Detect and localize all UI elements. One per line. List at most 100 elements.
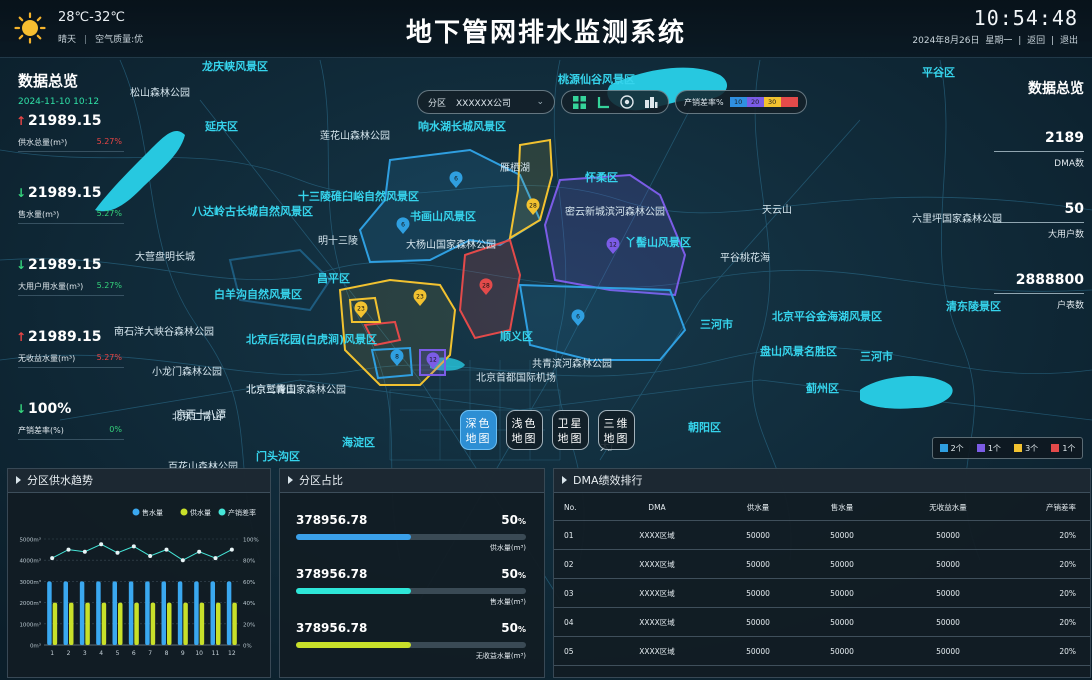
supply-trend-panel: 分区供水趋势 售水量 供水量 产销差率 0m³ 0% 1000m³ 20% 2000m³ 40%…: [7, 468, 271, 678]
map-place-label: 延庆区: [204, 119, 238, 133]
map-place-label: 三河市: [700, 317, 733, 331]
bar[interactable]: [216, 602, 221, 645]
bar[interactable]: [134, 602, 139, 645]
table-cell: 04: [564, 617, 574, 627]
legend-label: 产销差率: [228, 508, 256, 517]
map-style-button[interactable]: 浅色 地图: [506, 410, 543, 450]
bar[interactable]: [150, 602, 156, 645]
button-label-bottom: 地图: [557, 432, 584, 445]
panel-title: DMA绩效排行: [573, 474, 643, 487]
line-point[interactable]: [131, 544, 136, 549]
percent-unit: %: [517, 571, 526, 580]
divider: [18, 151, 124, 152]
divider: [994, 222, 1084, 223]
bar[interactable]: [210, 581, 216, 645]
district-select[interactable]: 分区 XXXXXX公司 ⌄: [417, 90, 555, 114]
bar[interactable]: [69, 602, 74, 645]
legend-label: 1个: [987, 443, 1001, 453]
table-cell: 50000: [830, 530, 854, 540]
column-header[interactable]: 供水量: [716, 502, 800, 513]
x-tick-label: 11: [212, 650, 220, 657]
bar[interactable]: [47, 581, 52, 645]
caret-right-icon: [16, 476, 21, 484]
bar[interactable]: [101, 602, 107, 645]
layer-icon[interactable]: [620, 95, 634, 109]
map-style-button[interactable]: 卫星 地图: [552, 410, 589, 450]
table-cell: XXXX区域: [639, 559, 675, 569]
table-cell: 20%: [1059, 588, 1076, 598]
bar[interactable]: [199, 602, 205, 645]
table-row[interactable]: 04 XXXX区域 50000 50000 50000 20%: [554, 608, 1090, 637]
bar[interactable]: [232, 602, 237, 645]
back-button[interactable]: 返回: [1027, 36, 1045, 46]
line-point[interactable]: [213, 556, 218, 561]
divider: [18, 367, 124, 368]
building-icon[interactable]: [644, 95, 658, 109]
bar[interactable]: [194, 581, 199, 645]
line-point[interactable]: [229, 547, 234, 552]
district-select-label: 分区: [428, 98, 447, 109]
y-tick-label: 4000m³: [19, 558, 41, 565]
bar[interactable]: [118, 602, 123, 645]
bar[interactable]: [96, 581, 101, 645]
bar[interactable]: [63, 581, 69, 645]
bar[interactable]: [52, 602, 58, 645]
x-tick-label: 4: [99, 650, 103, 657]
bar[interactable]: [226, 581, 232, 645]
stat-value: ↓ 21989.15: [16, 257, 102, 273]
line-point[interactable]: [66, 547, 71, 552]
x-tick-label: 9: [181, 650, 185, 657]
bar[interactable]: [183, 602, 188, 645]
bar[interactable]: [85, 602, 90, 645]
bar[interactable]: [128, 581, 134, 645]
bar[interactable]: [177, 581, 183, 645]
table-cell: 20%: [1059, 617, 1076, 627]
stat-label: 售水量(m³): [18, 210, 60, 219]
x-tick-label: 7: [148, 650, 152, 657]
column-header[interactable]: DMA: [598, 503, 716, 512]
bar[interactable]: [145, 581, 150, 645]
exit-button[interactable]: 退出: [1060, 36, 1078, 46]
y-tick-label: 2000m³: [19, 600, 41, 607]
bar[interactable]: [167, 602, 172, 645]
column-header[interactable]: No.: [554, 503, 598, 512]
table-cell: 05: [564, 646, 574, 656]
legend-item: 3个: [1014, 443, 1038, 454]
legend-swatch: [939, 443, 948, 452]
progress-fill: [296, 642, 411, 648]
map-style-button[interactable]: 深色 地图: [460, 410, 497, 450]
line-point[interactable]: [115, 550, 120, 555]
stat-label: 户表数: [1056, 301, 1084, 311]
map-place-label: 白羊沟自然风景区: [214, 287, 302, 301]
grid-icon[interactable]: [572, 95, 586, 109]
table-row[interactable]: 05 XXXX区域 50000 50000 50000 20%: [554, 637, 1090, 666]
line-point[interactable]: [180, 558, 185, 563]
line-point[interactable]: [148, 553, 153, 558]
line-point[interactable]: [99, 542, 104, 547]
legend-marker: [180, 508, 188, 516]
ratio-scale-swatch: 10: [729, 97, 747, 107]
column-header[interactable]: 无收益水量: [884, 502, 1012, 513]
map-place-label: 京西十八潭: [176, 408, 226, 421]
stat-value: 2189: [1045, 130, 1084, 146]
panel-title: 分区占比: [299, 474, 343, 487]
y-tick-label: 5000m³: [19, 537, 41, 544]
line-point[interactable]: [50, 556, 55, 561]
stat-value: ↓ 100%: [16, 401, 71, 417]
table-row[interactable]: 02 XXXX区域 50000 50000 50000 20%: [554, 550, 1090, 579]
line-point[interactable]: [164, 547, 169, 552]
bar[interactable]: [79, 581, 85, 645]
y2-tick-label: 60%: [243, 580, 255, 586]
line-point[interactable]: [82, 549, 87, 554]
divider: [18, 223, 124, 224]
bar[interactable]: [112, 581, 118, 645]
column-header[interactable]: 产销差率: [1012, 502, 1090, 513]
line-point[interactable]: [197, 549, 202, 554]
bar[interactable]: [161, 581, 167, 645]
map-style-button[interactable]: 三维 地图: [598, 410, 635, 450]
map-place-label: 莲花山森林公园: [320, 129, 390, 142]
table-row[interactable]: 01 XXXX区域 50000 50000 50000 20%: [554, 521, 1090, 550]
table-row[interactable]: 03 XXXX区域 50000 50000 50000 20%: [554, 579, 1090, 608]
measure-icon[interactable]: [596, 95, 610, 109]
column-header[interactable]: 售水量: [800, 502, 884, 513]
